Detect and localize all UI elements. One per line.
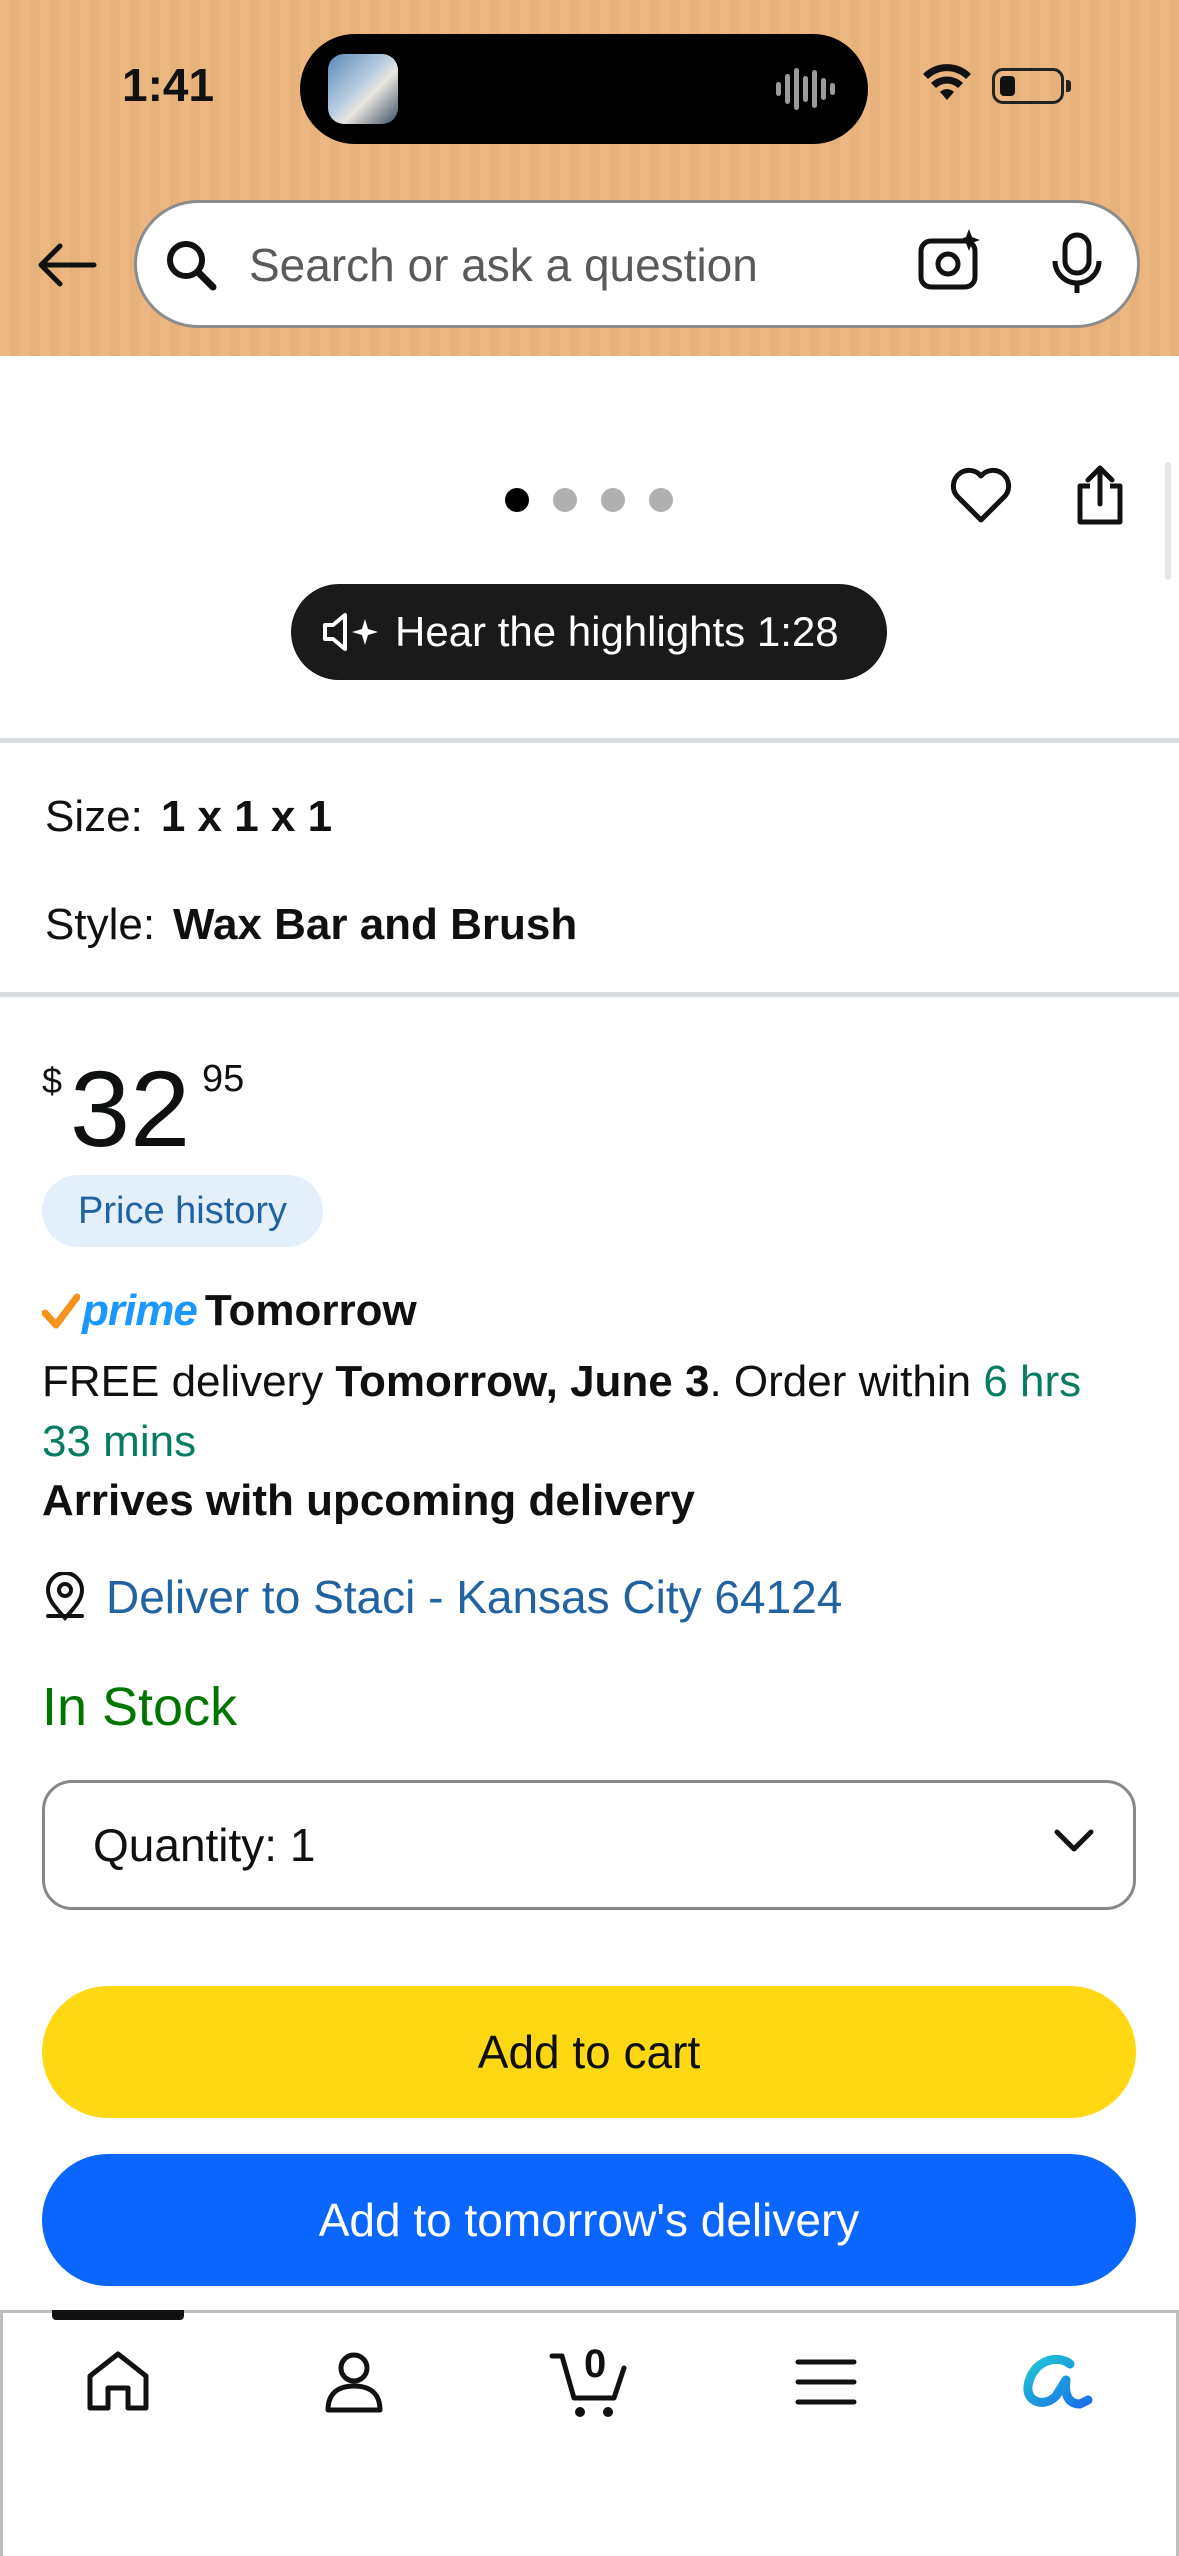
search-icon [167, 241, 217, 291]
section-divider [0, 992, 1179, 997]
account-icon[interactable] [318, 2346, 390, 2418]
size-value: 1 x 1 x 1 [160, 792, 333, 841]
size-variation[interactable]: Size: 1 x 1 x 1 [45, 792, 332, 842]
add-to-cart-button[interactable]: Add to cart [42, 1986, 1136, 2118]
quantity-value: 1 [289, 1819, 316, 1871]
stock-status: In Stock [42, 1677, 238, 1737]
location-pin-icon [45, 1572, 85, 1621]
search-bar[interactable] [134, 200, 1140, 328]
prime-badge: prime Tomorrow [42, 1286, 417, 1336]
share-icon[interactable] [1072, 462, 1128, 528]
quantity-dropdown[interactable]: Quantity: 1 [42, 1780, 1136, 1910]
menu-icon[interactable] [790, 2346, 862, 2418]
cart-nav-button[interactable]: 0 [548, 2340, 632, 2424]
price-whole: 32 [70, 1048, 191, 1169]
home-icon[interactable] [82, 2346, 154, 2418]
prime-speed: Tomorrow [204, 1286, 417, 1335]
size-key: Size: [45, 792, 143, 841]
style-variation[interactable]: Style: Wax Bar and Brush [45, 900, 577, 950]
hear-highlights-button[interactable]: Hear the highlights 1:28 [291, 584, 887, 680]
microphone-icon[interactable] [1049, 231, 1105, 297]
style-key: Style: [45, 900, 156, 949]
search-input[interactable] [247, 227, 891, 303]
section-divider [0, 738, 1179, 743]
app-header: 1:41 [0, 0, 1179, 356]
delivery-prefix: FREE delivery [42, 1357, 336, 1406]
scroll-indicator [1165, 462, 1171, 580]
speaker-sparkle-icon [323, 613, 378, 651]
deliver-to-link[interactable]: Deliver to Staci - Kansas City 64124 [42, 1570, 842, 1624]
image-carousel-dots[interactable] [505, 488, 673, 512]
deliver-to-label: Deliver to Staci - Kansas City 64124 [106, 1571, 843, 1623]
status-time: 1:41 [122, 59, 215, 111]
carousel-dot-1[interactable] [505, 488, 529, 512]
cart-count-badge: 0 [584, 2342, 607, 2386]
price-history-button[interactable]: Price history [42, 1175, 324, 1247]
add-to-tomorrows-delivery-button[interactable]: Add to tomorrow's delivery [42, 2154, 1136, 2286]
battery-icon [992, 68, 1071, 104]
delivery-message: FREE delivery Tomorrow, June 3. Order wi… [42, 1352, 1142, 1472]
wishlist-heart-icon[interactable] [948, 464, 1014, 526]
carousel-dot-3[interactable] [601, 488, 625, 512]
carousel-dot-4[interactable] [649, 488, 673, 512]
rufus-icon[interactable] [1018, 2346, 1098, 2418]
back-arrow-icon[interactable] [36, 240, 98, 290]
arrives-note: Arrives with upcoming delivery [42, 1476, 695, 1525]
quantity-label: Quantity: [93, 1819, 278, 1871]
camera-search-icon[interactable] [915, 227, 985, 297]
wifi-icon [923, 64, 971, 100]
dynamic-island[interactable] [300, 34, 868, 144]
now-playing-thumbnail [328, 54, 398, 124]
hear-highlights-label: Hear the highlights 1:28 [395, 608, 839, 655]
audio-wave-icon [776, 68, 835, 110]
prime-check-icon [42, 1293, 80, 1329]
style-value: Wax Bar and Brush [173, 900, 578, 949]
prime-logo-text: prime [82, 1286, 198, 1335]
delivery-middle: . Order within [709, 1357, 984, 1406]
price-currency: $ [42, 1060, 63, 1101]
carousel-dot-2[interactable] [553, 488, 577, 512]
delivery-date: Tomorrow, June 3 [335, 1357, 710, 1406]
active-tab-indicator [52, 2310, 184, 2320]
price-fraction: 95 [202, 1058, 245, 1100]
chevron-down-icon [1054, 1829, 1094, 1852]
